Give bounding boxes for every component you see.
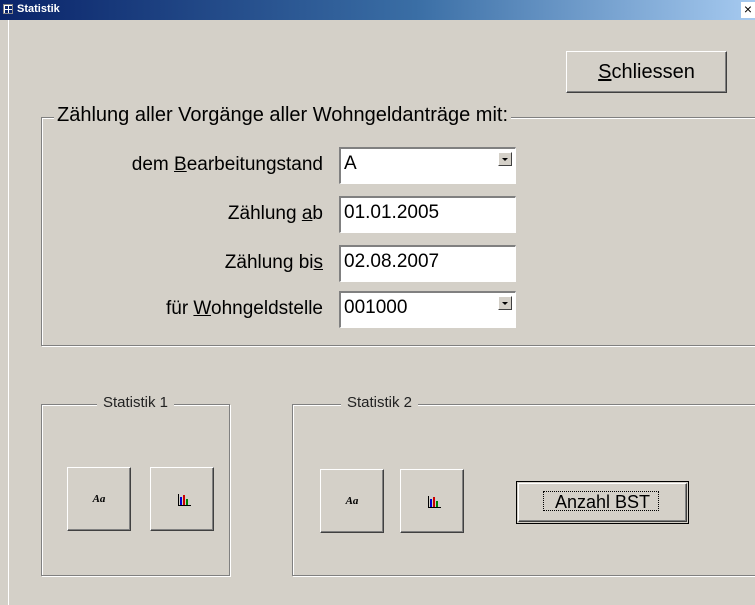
schliessen-button[interactable]: Schliessen bbox=[566, 51, 727, 93]
zaehlung-ab-label: Zählung ab bbox=[40, 203, 323, 225]
report-icon: Aa bbox=[345, 495, 359, 507]
bearbeitungstand-value: A bbox=[344, 153, 357, 174]
statistik2-legend: Statistik 2 bbox=[341, 394, 419, 411]
wohngeldstelle-label: für Wohngeldstelle bbox=[40, 298, 323, 320]
label-text: dem bbox=[131, 154, 175, 175]
label-hotkey: s bbox=[313, 252, 324, 273]
focus-rectangle bbox=[543, 491, 659, 511]
label-text: earbeitungstand bbox=[186, 154, 323, 175]
zaehlung-ab-field[interactable]: 01.01.2005 bbox=[339, 196, 516, 233]
statistik1-legend: Statistik 1 bbox=[97, 394, 175, 411]
filter-group-legend: Zählung aller Vorgänge aller Wohngeldant… bbox=[54, 104, 512, 127]
label-text: b bbox=[312, 203, 323, 224]
statistik2-report-button[interactable]: Aa bbox=[320, 469, 384, 533]
window-title: Statistik bbox=[17, 3, 60, 15]
bar-chart-icon bbox=[178, 494, 191, 506]
chevron-down-icon[interactable] bbox=[498, 296, 512, 310]
statistik2-chart-button[interactable] bbox=[400, 469, 464, 533]
label-text: ohngeldstelle bbox=[211, 298, 323, 319]
statistik1-chart-button[interactable] bbox=[150, 467, 214, 531]
report-icon: Aa bbox=[92, 493, 106, 505]
chevron-down-icon[interactable] bbox=[498, 152, 512, 166]
wohngeldstelle-value: 001000 bbox=[344, 297, 408, 318]
schliessen-label: chliessen bbox=[611, 61, 695, 83]
label-text: Zählung bi bbox=[224, 252, 314, 273]
statistik1-report-button[interactable]: Aa bbox=[67, 467, 131, 531]
label-text: für bbox=[165, 298, 194, 319]
label-text: Zählung bbox=[227, 203, 302, 224]
close-icon[interactable]: × bbox=[741, 2, 755, 18]
zaehlung-ab-value: 01.01.2005 bbox=[344, 202, 440, 223]
schliessen-hotkey: S bbox=[598, 61, 612, 83]
zaehlung-bis-field[interactable]: 02.08.2007 bbox=[339, 245, 516, 282]
form-icon bbox=[3, 4, 13, 14]
bearbeitungstand-label: dem Bearbeitungstand bbox=[40, 154, 323, 176]
title-bar: Statistik × bbox=[0, 0, 755, 20]
window-frame bbox=[0, 20, 9, 605]
label-hotkey: W bbox=[193, 298, 212, 319]
zaehlung-bis-label: Zählung bis bbox=[40, 252, 323, 274]
zaehlung-bis-value: 02.08.2007 bbox=[344, 251, 440, 272]
anzahl-bst-button[interactable]: Anzahl BST bbox=[516, 481, 689, 524]
bar-chart-icon bbox=[428, 496, 441, 508]
wohngeldstelle-combo[interactable]: 001000 bbox=[339, 291, 516, 328]
label-hotkey: B bbox=[174, 154, 187, 175]
label-hotkey: a bbox=[301, 203, 313, 224]
bearbeitungstand-combo[interactable]: A bbox=[339, 147, 516, 184]
